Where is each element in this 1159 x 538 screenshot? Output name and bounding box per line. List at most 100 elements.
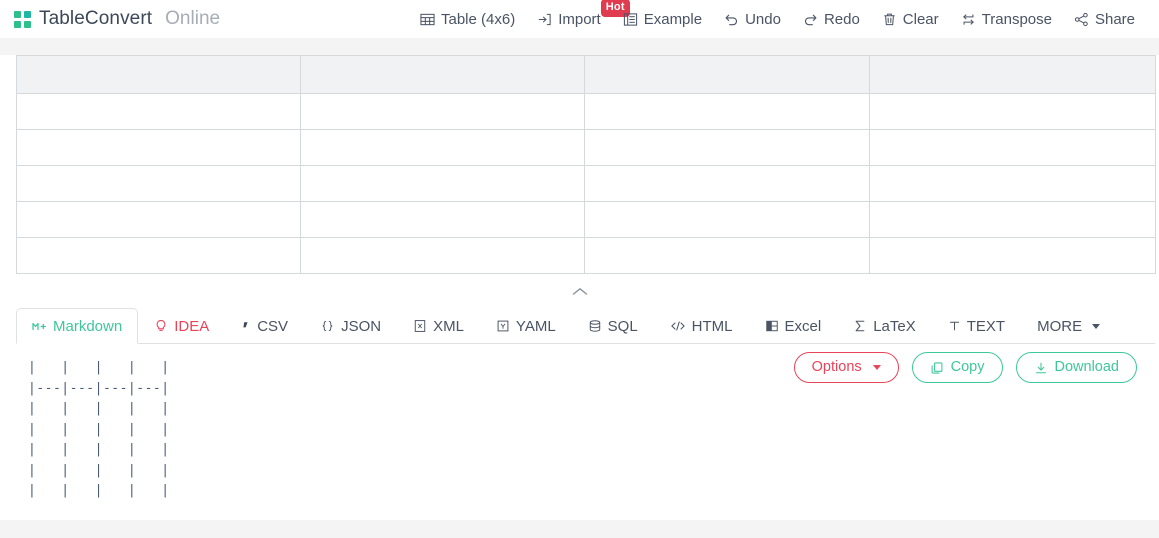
table-cell[interactable] [869,201,1156,238]
database-icon [588,319,602,333]
comma-icon [241,319,251,333]
table-row [16,237,1156,274]
tab-markdown-label: Markdown [53,317,123,335]
toolbar-table-button[interactable]: Table (4x6) [420,12,515,27]
options-button[interactable]: Options [793,352,899,383]
table-cell[interactable] [16,237,301,274]
brand-logo-area[interactable]: TableConvert Online [14,8,220,30]
toolbar-share-label: Share [1094,10,1135,28]
table-row [16,129,1156,166]
angle-brackets-icon [670,319,686,333]
output-action-buttons: Options Copy Download [793,352,1137,383]
tab-text-label: TEXT [966,317,1006,335]
lightbulb-icon [154,319,168,333]
table-row [16,165,1156,202]
tab-yaml[interactable]: YAML [480,308,572,344]
table-cell[interactable] [869,165,1156,202]
chevron-down-icon [1092,323,1101,329]
tab-html-label: HTML [691,317,733,335]
table-cell[interactable] [300,237,585,274]
table-editor-panel [0,55,1159,274]
tab-csv[interactable]: CSV [225,308,304,344]
toolbar-transpose-button[interactable]: Transpose [961,12,1052,27]
four-squares-logo-icon [14,10,31,28]
import-arrow-icon [537,12,552,27]
tab-more[interactable]: MORE [1021,308,1111,344]
toolbar-import-button[interactable]: Import Hot [537,0,630,28]
tab-excel[interactable]: Excel [749,308,838,344]
table-cell[interactable] [869,129,1156,166]
collapse-bar [0,274,1159,308]
tab-yaml-label: YAML [515,317,556,335]
table-header-cell[interactable] [16,55,301,94]
toolbar-example-button[interactable]: Example [623,12,702,27]
example-list-icon [623,12,638,27]
table-cell[interactable] [584,201,870,238]
table-header-cell[interactable] [584,55,870,94]
toolbar-clear-label: Clear [902,10,939,28]
redo-arrow-icon [803,12,818,27]
yaml-box-icon [496,319,510,333]
tab-xml[interactable]: XML [397,308,480,344]
toolbar-redo-label: Redo [823,10,860,28]
excel-sheet-icon [765,319,779,333]
options-button-label: Options [811,359,862,376]
download-arrow-icon [1034,361,1048,375]
table-cell[interactable] [584,237,870,274]
xml-document-icon [413,319,427,333]
toolbar-share-button[interactable]: Share [1074,12,1135,27]
tab-html[interactable]: HTML [654,308,749,344]
toolbar-import-label: Import [558,10,601,28]
download-button[interactable]: Download [1015,352,1137,383]
table-cell[interactable] [584,93,870,130]
toolbar-redo-button[interactable]: Redo [803,12,860,27]
tab-idea[interactable]: IDEA [138,308,225,344]
table-cell[interactable] [584,129,870,166]
toolbar-undo-button[interactable]: Undo [724,12,781,27]
copy-pages-icon [930,361,944,375]
tab-json[interactable]: JSON [304,308,397,344]
format-tab-bar: Markdown IDEA CSV JSON XML YAML SQL HTML… [0,308,1159,344]
table-cell[interactable] [584,165,870,202]
chevron-up-icon[interactable] [560,283,600,300]
download-button-label: Download [1054,359,1120,376]
table-cell[interactable] [869,237,1156,274]
tab-excel-label: Excel [784,317,822,335]
spreadsheet-grid[interactable] [16,55,1156,274]
table-cell[interactable] [300,129,585,166]
tab-csv-label: CSV [257,317,289,335]
tab-xml-label: XML [433,317,464,335]
tab-json-label: JSON [341,317,382,335]
brand-suffix: Online [165,8,221,29]
table-row [16,93,1156,130]
copy-button[interactable]: Copy [911,352,1003,383]
tab-latex[interactable]: LaTeX [837,308,932,344]
share-nodes-icon [1074,12,1089,27]
toolbar-example-label: Example [643,10,703,28]
table-header-cell[interactable] [300,55,585,94]
table-cell[interactable] [16,165,301,202]
tab-sql[interactable]: SQL [572,308,654,344]
table-grid-icon [420,12,435,27]
table-header-cell[interactable] [869,55,1156,94]
curly-braces-icon [320,319,335,333]
table-cell[interactable] [16,201,301,238]
tab-sql-label: SQL [607,317,638,335]
trash-can-icon [882,12,897,27]
tab-latex-label: LaTeX [873,317,916,335]
table-cell[interactable] [300,165,585,202]
brand-name: TableConvert [39,8,153,29]
tab-markdown[interactable]: Markdown [16,308,139,344]
main-toolbar: Table (4x6) Import Hot Example Undo Redo… [420,0,1135,38]
table-cell[interactable] [869,93,1156,130]
toolbar-transpose-label: Transpose [981,10,1052,28]
table-cell[interactable] [16,129,301,166]
table-cell[interactable] [300,93,585,130]
transpose-swap-icon [961,12,976,27]
tab-text[interactable]: TEXT [932,308,1021,344]
table-cell[interactable] [300,201,585,238]
table-cell[interactable] [16,93,301,130]
table-header-row [16,55,1156,94]
sigma-icon [853,319,867,333]
toolbar-clear-button[interactable]: Clear [882,12,939,27]
